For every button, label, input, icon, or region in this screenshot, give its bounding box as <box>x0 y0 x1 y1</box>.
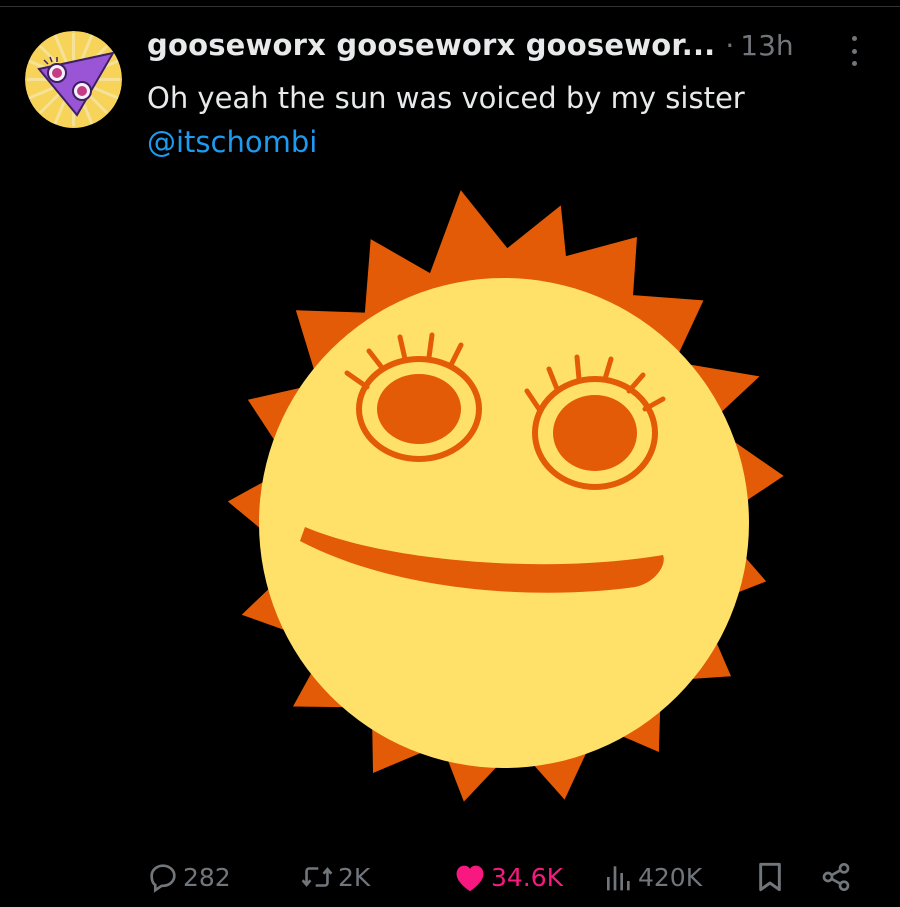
like-button[interactable]: 34.6K <box>453 855 563 899</box>
timestamp[interactable]: 13h <box>740 29 793 62</box>
divider <box>0 6 900 7</box>
tweet[interactable]: gooseworx gooseworx goosewor... · 13h Oh… <box>0 0 900 907</box>
like-count: 34.6K <box>491 862 564 892</box>
action-bar: 282 2K 34.6K 420K <box>0 855 900 899</box>
sun-face <box>259 278 749 768</box>
reply-icon <box>150 864 176 893</box>
bookmark-button[interactable] <box>756 855 784 899</box>
views-count: 420K <box>638 862 703 892</box>
repost-count: 2K <box>338 862 371 892</box>
views-icon <box>607 866 630 891</box>
share-button[interactable] <box>820 855 852 899</box>
share-icon <box>822 863 850 891</box>
tweet-media-image[interactable] <box>140 185 870 825</box>
like-icon <box>456 865 484 892</box>
avatar[interactable] <box>25 31 122 128</box>
sun-illustration <box>227 190 784 802</box>
tweet-text: Oh yeah the sun was voiced by my sister <box>147 81 745 115</box>
reply-count: 282 <box>183 862 231 892</box>
separator-dot: · <box>725 29 735 62</box>
avatar-image <box>25 31 122 128</box>
reply-button[interactable]: 282 <box>147 855 231 899</box>
views-button[interactable]: 420K <box>604 855 702 899</box>
tweet-header: gooseworx gooseworx goosewor... · 13h <box>147 28 867 72</box>
author-display-name[interactable]: gooseworx gooseworx goosewor... <box>147 28 715 62</box>
mention-link[interactable]: @itschombi <box>147 120 317 164</box>
repost-button[interactable]: 2K <box>300 855 370 899</box>
bookmark-icon <box>759 862 781 892</box>
repost-icon <box>301 867 333 887</box>
more-icon[interactable] <box>840 36 868 66</box>
